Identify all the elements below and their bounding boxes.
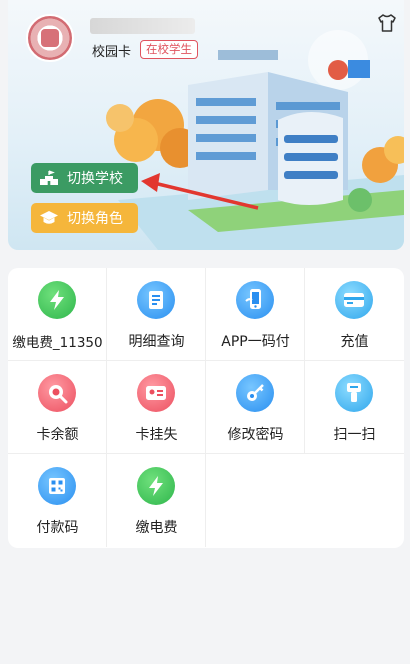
card-type-label: 校园卡 [92,45,132,60]
grid-item-payment-code[interactable]: 付款码 [8,454,107,547]
grid-item-pay-electricity-11350[interactable]: 缴电费_11350 [8,268,107,361]
grid-empty-cell [305,454,404,547]
grid-item-report-lost-card[interactable]: 卡挂失 [107,361,206,454]
grid-item-pay-electricity[interactable]: 缴电费 [107,454,206,547]
key-icon [236,374,274,412]
graduation-cap-icon [40,211,58,224]
grid-item-label: 扫一扫 [333,427,376,443]
scanner-icon [335,374,373,412]
switch-role-button[interactable]: 切换角色 [31,203,138,233]
switch-role-label: 切换角色 [67,211,123,227]
grid-item-card-balance[interactable]: 卡余额 [8,361,107,454]
grid-item-label: 卡余额 [36,427,79,443]
grid-item-label: 缴电费_11350 [12,335,103,351]
grid-item-label: APP一码付 [221,334,290,350]
card-recharge-icon [335,281,373,319]
lightning-icon [137,467,175,505]
grid-item-transaction-details[interactable]: 明细查询 [107,268,206,361]
switch-school-label: 切换学校 [67,171,123,187]
grid-item-label: 缴电费 [135,520,178,536]
id-card-icon [137,374,175,412]
magnifier-coin-icon [38,374,76,412]
school-logo [41,29,59,47]
switch-school-button[interactable]: 切换学校 [31,163,138,193]
grid-item-label: 修改密码 [227,427,284,443]
tshirt-icon[interactable] [377,14,397,32]
document-list-icon [137,281,175,319]
user-name-redacted [90,18,195,34]
grid-item-label: 付款码 [36,520,79,536]
grid-item-label: 明细查询 [128,334,185,350]
grid-item-app-pay-code[interactable]: APP一码付 [206,268,305,361]
status-badge: 在校学生 [140,40,198,59]
grid-item-recharge[interactable]: 充值 [305,268,404,361]
grid-item-label: 充值 [340,334,369,350]
school-building-icon [40,170,58,185]
function-grid: 缴电费_11350 明细查询 APP一码付 充值 卡余额 卡挂失 修改密码 扫一… [8,268,404,548]
avatar[interactable] [26,14,74,62]
qr-code-icon [38,467,76,505]
grid-empty-cell [206,454,305,547]
grid-item-scan[interactable]: 扫一扫 [305,361,404,454]
phone-pay-icon [236,281,274,319]
lightning-icon [38,281,76,319]
grid-item-label: 卡挂失 [135,427,178,443]
grid-item-change-password[interactable]: 修改密码 [206,361,305,454]
